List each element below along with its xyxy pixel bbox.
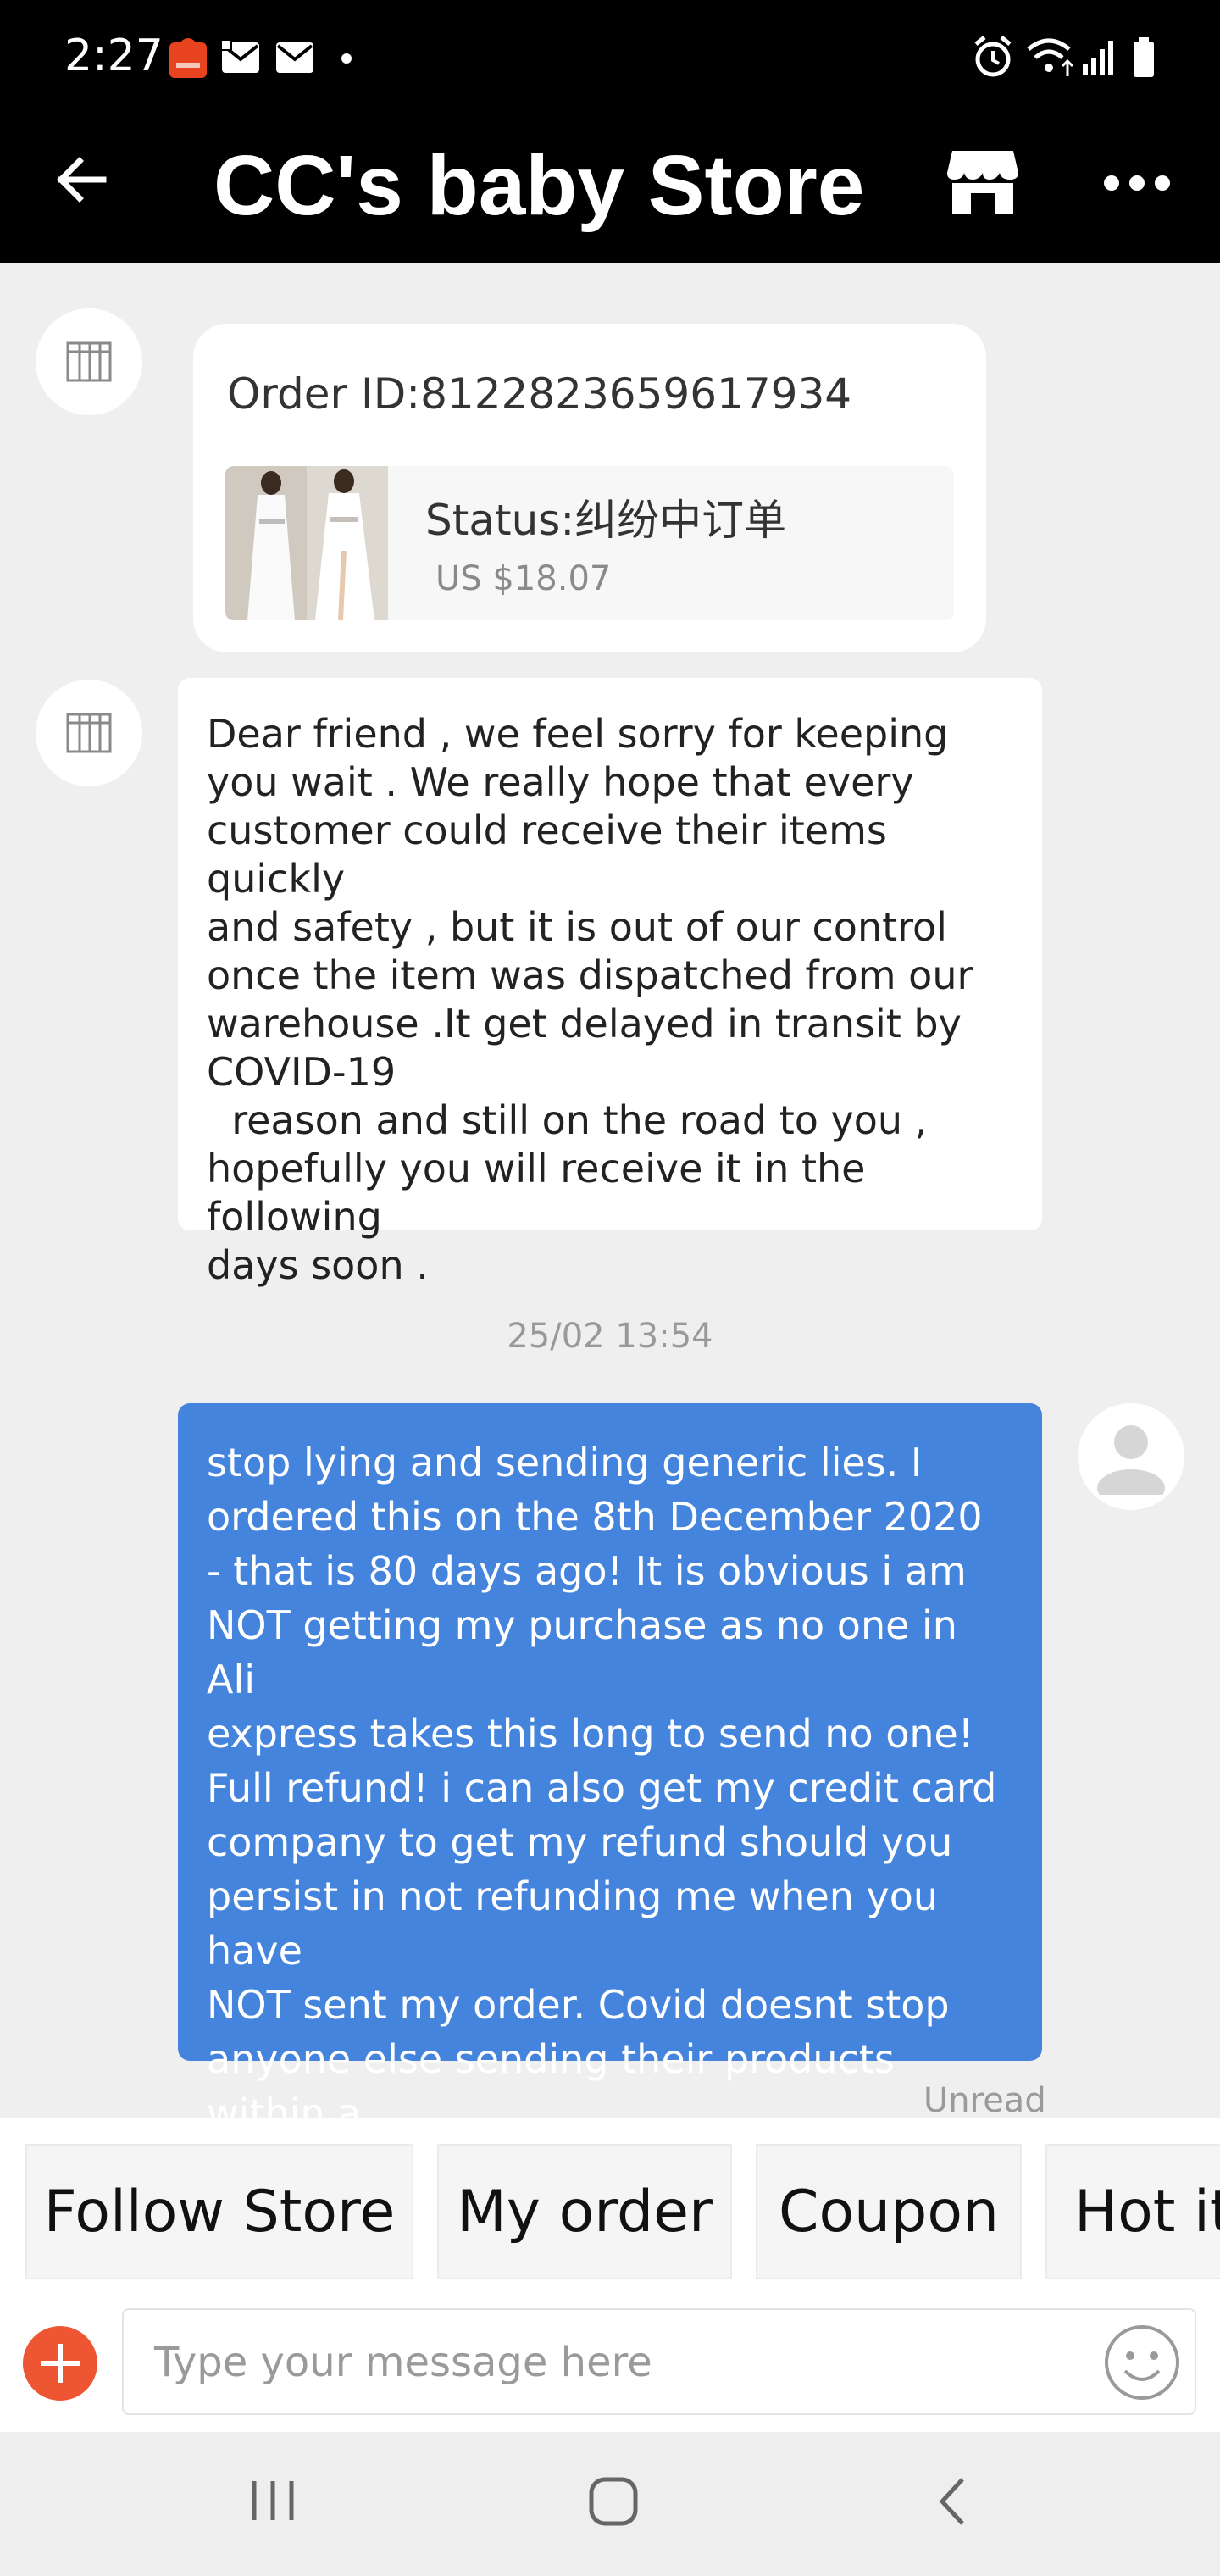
plus-icon bbox=[23, 2326, 97, 2401]
order-card[interactable]: Order ID:8122823659617934 Status:纠纷中订单 U… bbox=[193, 324, 986, 652]
order-product-row[interactable]: Status:纠纷中订单 US $18.07 bbox=[225, 466, 954, 620]
home-icon[interactable] bbox=[588, 2476, 639, 2531]
wifi-icon bbox=[1025, 36, 1076, 82]
my-order-button[interactable]: My order bbox=[437, 2144, 732, 2279]
message-timestamp: 25/02 13:54 bbox=[507, 1317, 713, 1356]
store-avatar[interactable] bbox=[36, 308, 142, 415]
composer-bar: Type your message here bbox=[0, 2288, 1220, 2432]
recent-apps-icon[interactable] bbox=[247, 2478, 298, 2528]
alarm-icon bbox=[973, 36, 1013, 84]
store-message-bubble[interactable]: Dear friend , we feel sorry for keeping … bbox=[178, 678, 1042, 1288]
order-id: Order ID:8122823659617934 bbox=[227, 369, 852, 419]
user-message-bubble[interactable]: stop lying and sending generic lies. I o… bbox=[178, 1403, 1042, 2190]
product-thumbnail bbox=[225, 466, 388, 620]
emoji-icon[interactable] bbox=[1103, 2323, 1181, 2406]
back-arrow-icon[interactable] bbox=[54, 153, 108, 211]
order-price: US $18.07 bbox=[435, 559, 612, 598]
default-user-icon bbox=[1097, 1425, 1165, 1495]
store-icon[interactable] bbox=[946, 147, 1020, 219]
more-options-icon[interactable] bbox=[1101, 173, 1173, 197]
message-input[interactable]: Type your message here bbox=[122, 2308, 1196, 2415]
header-bar: CC's baby Store bbox=[0, 119, 1220, 263]
hot-items-button[interactable]: Hot it bbox=[1045, 2144, 1220, 2279]
add-attachment-button[interactable] bbox=[22, 2325, 98, 2406]
quick-actions-bar: Follow Store My order Coupon Hot it bbox=[0, 2118, 1220, 2288]
page-title: CC's baby Store bbox=[214, 138, 865, 233]
signal-icon bbox=[1081, 37, 1118, 80]
chat-area[interactable]: Order ID:8122823659617934 Status:纠纷中订单 U… bbox=[0, 263, 1220, 2190]
read-status: Unread bbox=[923, 2081, 1046, 2120]
store-outline-icon bbox=[66, 341, 112, 382]
follow-store-button[interactable]: Follow Store bbox=[25, 2144, 413, 2279]
coupon-button[interactable]: Coupon bbox=[756, 2144, 1022, 2279]
status-bar: 2:27 bbox=[0, 0, 1220, 119]
battery-icon bbox=[1132, 37, 1156, 82]
store-outline-icon bbox=[66, 713, 112, 753]
store-avatar[interactable] bbox=[36, 680, 142, 786]
mail-icon bbox=[220, 39, 261, 80]
message-input-placeholder: Type your message here bbox=[154, 2339, 652, 2386]
status-time: 2:27 bbox=[64, 31, 164, 81]
mail-icon-2 bbox=[274, 41, 315, 79]
order-status: Status:纠纷中订单 bbox=[425, 496, 787, 545]
system-navigation-bar bbox=[0, 2432, 1220, 2576]
more-notifications-dot-icon bbox=[341, 53, 352, 69]
system-back-icon[interactable] bbox=[935, 2476, 969, 2531]
user-avatar[interactable] bbox=[1078, 1403, 1184, 1510]
aliexpress-notification-icon bbox=[169, 37, 207, 82]
